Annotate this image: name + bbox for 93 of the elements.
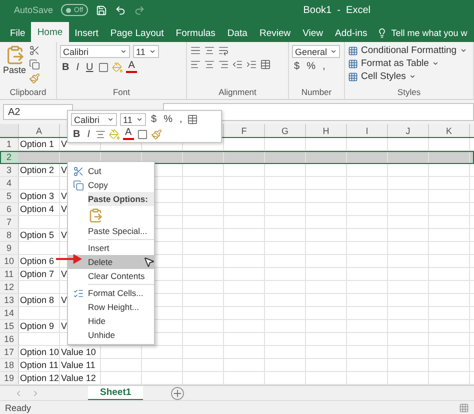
- spreadsheet-row[interactable]: 17 Option 10 Value 10: [0, 346, 474, 359]
- group-label: Font: [112, 87, 131, 99]
- grid-cell[interactable]: Option 1: [19, 138, 60, 150]
- currency-button[interactable]: $: [149, 114, 159, 125]
- number-format-dropdown[interactable]: General: [292, 45, 340, 58]
- column-header[interactable]: G: [265, 124, 306, 137]
- group-label: Number: [300, 87, 333, 99]
- grid-cell[interactable]: Value 10: [60, 346, 101, 358]
- row-header[interactable]: 13: [0, 294, 19, 306]
- row-header[interactable]: 10: [0, 255, 19, 267]
- styles-button[interactable]: Format as Table: [348, 58, 467, 69]
- spreadsheet-row[interactable]: 2: [0, 151, 474, 164]
- row-header[interactable]: 7: [0, 216, 19, 228]
- currency-button[interactable]: $: [292, 61, 302, 72]
- italic-button[interactable]: I: [85, 128, 92, 140]
- column-header[interactable]: J: [388, 124, 429, 137]
- menu-item[interactable]: Insert: [68, 241, 154, 255]
- ribbon-tab[interactable]: View: [296, 24, 330, 42]
- grid-cell[interactable]: Option 5: [19, 229, 60, 241]
- row-header[interactable]: 14: [0, 307, 19, 319]
- row-header[interactable]: 9: [0, 242, 19, 254]
- bold-button[interactable]: B: [60, 62, 72, 72]
- grid-cell[interactable]: Value 11: [60, 359, 101, 371]
- row-header[interactable]: 3: [0, 164, 19, 176]
- paste-button[interactable]: Paste: [3, 45, 26, 87]
- ribbon-tab[interactable]: Home: [31, 22, 69, 42]
- spreadsheet-row[interactable]: 19 Option 12 Value 12: [0, 372, 474, 385]
- group-label: Styles: [396, 87, 422, 99]
- styles-button[interactable]: Conditional Formatting: [348, 45, 467, 56]
- tell-me-search[interactable]: Tell me what you w: [387, 24, 468, 42]
- group-label: Alignment: [218, 87, 258, 99]
- grid-cell[interactable]: Option 12: [19, 372, 60, 384]
- row-header[interactable]: 15: [0, 320, 19, 332]
- window-title: Book1 - Excel: [303, 4, 371, 16]
- ribbon-tab[interactable]: Insert: [68, 24, 104, 42]
- menu-item[interactable]: Cut: [68, 164, 154, 178]
- column-header[interactable]: K: [429, 124, 470, 137]
- font-color-button[interactable]: A: [123, 128, 134, 140]
- grid-cell[interactable]: Option 10: [19, 346, 60, 358]
- menu-item[interactable]: Copy: [68, 178, 154, 192]
- ribbon-tab[interactable]: Formulas: [170, 24, 222, 42]
- grid-cell[interactable]: Option 8: [19, 294, 60, 306]
- grid-cell[interactable]: Option 4: [19, 203, 60, 215]
- menu-item[interactable]: Delete: [68, 255, 154, 269]
- grid-cell[interactable]: Option 2: [19, 164, 60, 176]
- row-header[interactable]: 4: [0, 177, 19, 189]
- name-box[interactable]: A2: [3, 104, 73, 120]
- row-header[interactable]: 19: [0, 372, 19, 384]
- grid-cell[interactable]: Option 7: [19, 268, 60, 280]
- font-color-button[interactable]: A: [126, 61, 137, 73]
- font-name-dropdown[interactable]: Calibri: [60, 45, 130, 58]
- ribbon-tab[interactable]: File: [4, 24, 32, 42]
- row-header[interactable]: 6: [0, 203, 19, 215]
- percent-button[interactable]: %: [304, 61, 318, 72]
- comma-button[interactable]: ,: [320, 61, 328, 72]
- ribbon-tab[interactable]: Review: [253, 24, 297, 42]
- sheet-tab[interactable]: Sheet1: [88, 386, 144, 401]
- row-header[interactable]: 1: [0, 138, 19, 150]
- column-header[interactable]: A: [19, 124, 60, 137]
- column-header[interactable]: I: [347, 124, 388, 137]
- ribbon-tab[interactable]: Page Layout: [104, 24, 170, 42]
- grid-cell[interactable]: Option 9: [19, 320, 60, 332]
- font-size-dropdown[interactable]: 11: [120, 113, 146, 126]
- grid-cell[interactable]: Option 3: [19, 190, 60, 202]
- row-header[interactable]: 11: [0, 268, 19, 280]
- italic-button[interactable]: I: [74, 62, 82, 72]
- row-header[interactable]: 5: [0, 190, 19, 202]
- grid-cell[interactable]: Option 11: [19, 359, 60, 371]
- font-name-dropdown[interactable]: Calibri: [71, 113, 117, 126]
- bold-button[interactable]: B: [71, 128, 82, 140]
- styles-button[interactable]: Cell Styles: [348, 71, 467, 82]
- grid-cell[interactable]: Option 6: [19, 255, 60, 267]
- row-header[interactable]: 16: [0, 333, 19, 345]
- group-label: Clipboard: [8, 87, 48, 99]
- menu-item[interactable]: Clear Contents: [68, 269, 154, 283]
- percent-button[interactable]: %: [162, 114, 174, 125]
- status-text: Ready: [5, 402, 32, 412]
- row-header[interactable]: 2: [0, 151, 19, 163]
- grid-cell[interactable]: Value 12: [60, 372, 101, 384]
- font-size-dropdown[interactable]: 11: [133, 45, 159, 58]
- row-header[interactable]: 12: [0, 281, 19, 293]
- underline-button[interactable]: U: [84, 62, 96, 72]
- autosave-label: AutoSave: [14, 5, 54, 15]
- menu-header: Paste Options:: [88, 192, 154, 206]
- ribbon-tab[interactable]: Data: [221, 24, 254, 42]
- spreadsheet-row[interactable]: 18 Option 11 Value 11: [0, 359, 474, 372]
- row-header[interactable]: 8: [0, 229, 19, 241]
- column-header[interactable]: F: [224, 124, 265, 137]
- row-header[interactable]: 17: [0, 346, 19, 358]
- ribbon-tab[interactable]: Add-ins: [329, 24, 374, 42]
- column-header[interactable]: H: [306, 124, 347, 137]
- row-header[interactable]: 18: [0, 359, 19, 371]
- comma-button[interactable]: ,: [177, 114, 184, 125]
